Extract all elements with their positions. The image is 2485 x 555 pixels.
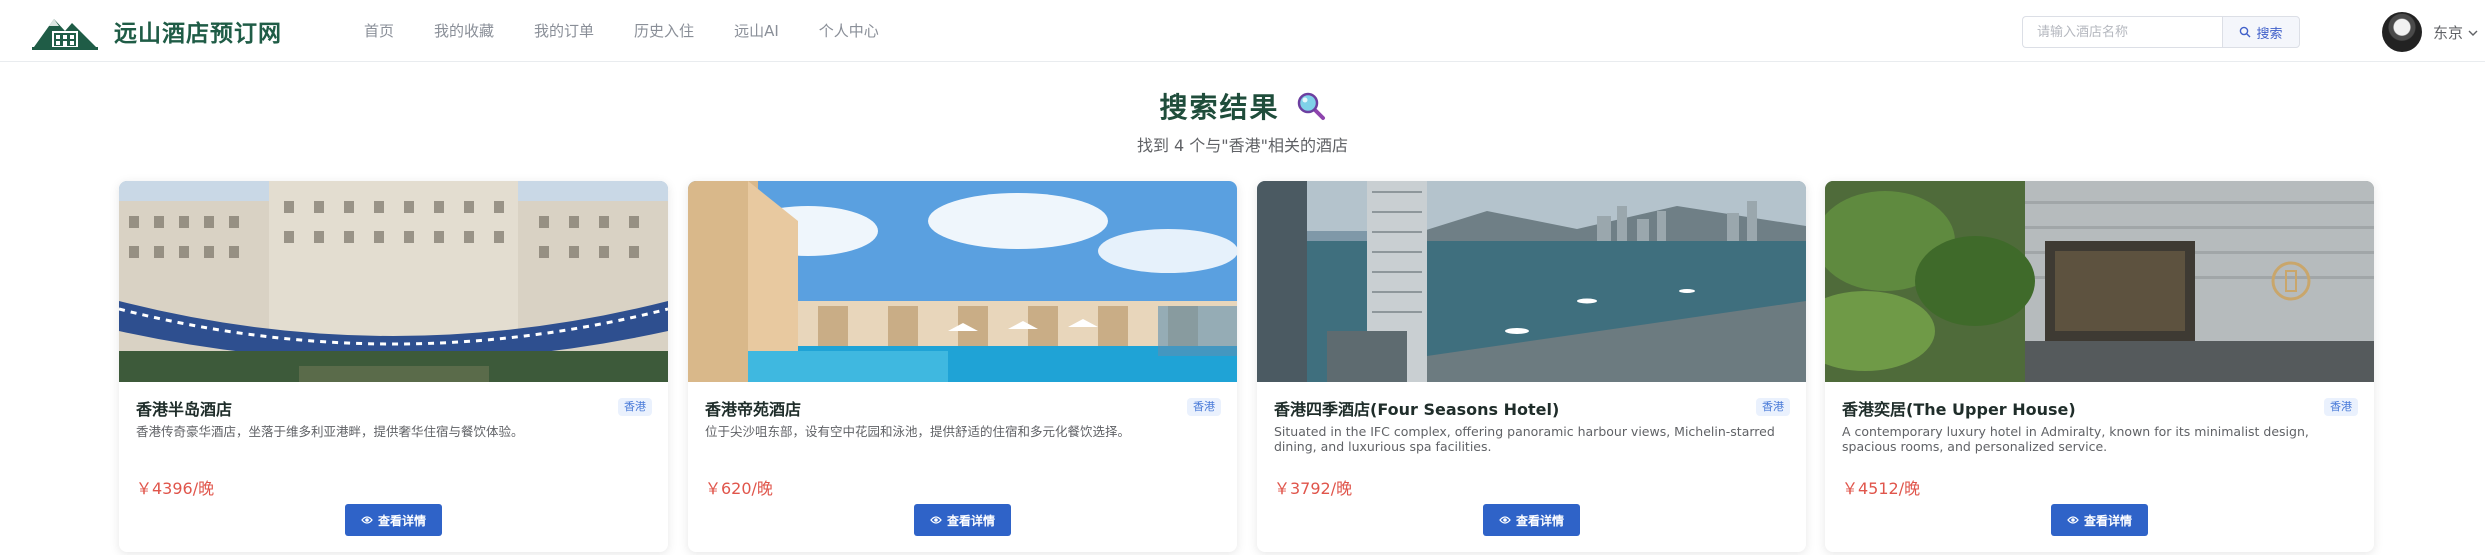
brand-name[interactable]: 远山酒店预订网 bbox=[114, 14, 282, 48]
search-bar: 搜索 bbox=[2022, 16, 2300, 48]
user-name: 东京 bbox=[2433, 24, 2464, 42]
hotel-logo-icon[interactable] bbox=[32, 11, 98, 51]
main-nav: 首页 我的收藏 我的订单 历史入住 远山AI 个人中心 bbox=[364, 20, 919, 41]
hotel-name: 香港四季酒店(Four Seasons Hotel) bbox=[1274, 400, 1560, 419]
hotel-card[interactable]: 香港半岛酒店 香港 香港传奇豪华酒店，坐落于维多利亚港畔，提供奢华住宿与餐饮体验… bbox=[119, 181, 668, 552]
nav-orders[interactable]: 我的订单 bbox=[534, 20, 594, 41]
page-title-wrap: 搜索结果 bbox=[0, 86, 2485, 126]
view-details-button[interactable]: 查看详情 bbox=[1483, 504, 1580, 536]
hotel-image-peninsula bbox=[119, 181, 668, 382]
city-tag: 香港 bbox=[1187, 398, 1221, 416]
eye-icon bbox=[1499, 516, 1511, 524]
hotel-price: ￥620/晚 bbox=[705, 479, 773, 498]
hotel-image-four-seasons bbox=[1257, 181, 1806, 382]
nav-favorites[interactable]: 我的收藏 bbox=[434, 20, 494, 41]
view-details-button[interactable]: 查看详情 bbox=[345, 504, 442, 536]
city-tag: 香港 bbox=[2324, 398, 2358, 416]
view-details-label: 查看详情 bbox=[946, 513, 995, 528]
page-title: 搜索结果 bbox=[1159, 91, 1280, 124]
results-count: 找到 4 个与"香港"相关的酒店 bbox=[1136, 136, 1349, 155]
hotel-name: 香港半岛酒店 bbox=[136, 400, 233, 419]
hotel-card[interactable]: 香港四季酒店(Four Seasons Hotel) 香港 Situated i… bbox=[1257, 181, 1806, 552]
hotel-price: ￥3792/晚 bbox=[1274, 479, 1353, 498]
nav-profile[interactable]: 个人中心 bbox=[819, 20, 879, 41]
hotel-description: Situated in the IFC complex, offering pa… bbox=[1274, 424, 1775, 454]
eye-icon bbox=[361, 516, 373, 524]
view-details-button[interactable]: 查看详情 bbox=[2051, 504, 2148, 536]
user-menu[interactable]: 东京 bbox=[2433, 22, 2479, 43]
nav-home[interactable]: 首页 bbox=[364, 20, 394, 41]
eye-icon bbox=[930, 516, 942, 524]
search-icon bbox=[2240, 26, 2251, 38]
hotel-image-royal-garden bbox=[688, 181, 1237, 382]
avatar[interactable] bbox=[2382, 12, 2422, 52]
city-tag: 香港 bbox=[618, 398, 652, 416]
hotel-name: 香港奕居(The Upper House) bbox=[1842, 400, 2076, 419]
magnifier-icon bbox=[1297, 92, 1325, 120]
nav-history[interactable]: 历史入住 bbox=[634, 20, 694, 41]
eye-icon bbox=[2067, 516, 2079, 524]
chevron-down-icon bbox=[2468, 30, 2478, 36]
search-button[interactable]: 搜索 bbox=[2222, 16, 2300, 48]
search-input[interactable] bbox=[2022, 16, 2222, 48]
view-details-label: 查看详情 bbox=[2083, 513, 2132, 528]
hotel-price: ￥4396/晚 bbox=[136, 479, 215, 498]
view-details-button[interactable]: 查看详情 bbox=[914, 504, 1011, 536]
view-details-label: 查看详情 bbox=[377, 513, 426, 528]
hotel-card[interactable]: 香港奕居(The Upper House) 香港 A contemporary … bbox=[1825, 181, 2374, 552]
hotel-description: 位于尖沙咀东部，设有空中花园和泳池，提供舒适的住宿和多元化餐饮选择。 bbox=[705, 424, 1131, 439]
nav-ai[interactable]: 远山AI bbox=[734, 20, 779, 41]
hotel-description: 香港传奇豪华酒店，坐落于维多利亚港畔，提供奢华住宿与餐饮体验。 bbox=[136, 424, 524, 439]
city-tag: 香港 bbox=[1756, 398, 1790, 416]
hotel-name: 香港帝苑酒店 bbox=[705, 400, 802, 419]
top-navbar: 远山酒店预订网 首页 我的收藏 我的订单 历史入住 远山AI 个人中心 搜索 东… bbox=[0, 0, 2485, 62]
search-button-label: 搜索 bbox=[2256, 26, 2283, 42]
hotel-description: A contemporary luxury hotel in Admiralty… bbox=[1842, 424, 2309, 454]
hotel-image-upper-house bbox=[1825, 181, 2374, 382]
hotel-price: ￥4512/晚 bbox=[1842, 479, 1921, 498]
hotel-card[interactable]: 香港帝苑酒店 香港 位于尖沙咀东部，设有空中花园和泳池，提供舒适的住宿和多元化餐… bbox=[688, 181, 1237, 552]
view-details-label: 查看详情 bbox=[1515, 513, 1564, 528]
